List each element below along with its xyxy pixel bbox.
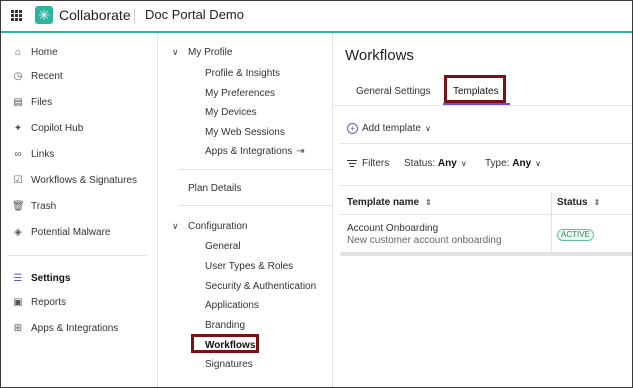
header-divider bbox=[134, 8, 135, 24]
collaborate-logo-icon: ✳ bbox=[35, 6, 53, 24]
sliders-icon: ☰ bbox=[13, 273, 23, 284]
sidebar-item-settings[interactable]: ☰ Settings bbox=[1, 268, 157, 290]
sparkle-icon: ✦ bbox=[13, 123, 23, 134]
apps-icon: ⊞ bbox=[13, 323, 23, 334]
sidebar-item-label: Home bbox=[31, 47, 58, 58]
page-title: Workflows bbox=[345, 47, 414, 64]
sidebar-item-apps-integrations[interactable]: ⊞ Apps & Integrations bbox=[1, 318, 157, 340]
clock-icon: ◷ bbox=[13, 71, 23, 82]
section-label: Configuration bbox=[188, 221, 248, 232]
main-content: Workflows General Settings Templates + Ad… bbox=[333, 33, 632, 387]
subnav-item-signatures[interactable]: Signatures bbox=[205, 359, 253, 370]
subnav-item-apps-integrations[interactable]: Apps & Integrations ⇥ bbox=[205, 146, 305, 157]
add-template-button[interactable]: + Add template ∨ bbox=[347, 123, 431, 134]
home-icon: ⌂ bbox=[14, 47, 22, 58]
chevron-down-icon: ∨ bbox=[172, 221, 179, 231]
subnav-item-branding[interactable]: Branding bbox=[205, 320, 245, 331]
sidebar-item-label: Recent bbox=[31, 71, 63, 82]
filters-button[interactable]: Filters bbox=[347, 158, 389, 169]
sidebar-item-label: Trash bbox=[31, 201, 57, 212]
shield-icon: ◈ bbox=[14, 227, 22, 238]
subnav-item-general[interactable]: General bbox=[205, 241, 241, 252]
section-label: My Profile bbox=[188, 47, 233, 58]
sidebar-item-label: Settings bbox=[31, 273, 71, 284]
sidebar-item-files[interactable]: ▤ Files bbox=[1, 92, 157, 114]
status-filter-label: Status: bbox=[404, 158, 436, 169]
subnav-divider bbox=[178, 205, 332, 206]
project-name[interactable]: Doc Portal Demo bbox=[145, 7, 244, 22]
report-icon: ▣ bbox=[13, 297, 23, 308]
filter-icon bbox=[347, 158, 357, 169]
column-header-label: Status bbox=[557, 197, 588, 208]
sidebar-item-reports[interactable]: ▣ Reports bbox=[1, 292, 157, 314]
filters-divider bbox=[340, 185, 632, 186]
sort-icon: ⇕ bbox=[425, 198, 432, 207]
sidebar-item-copilot-hub[interactable]: ✦ Copilot Hub bbox=[1, 118, 157, 140]
sidebar-item-label: Files bbox=[31, 97, 53, 108]
column-header-template-name[interactable]: Template name ⇕ bbox=[347, 197, 432, 208]
sidebar-item-label: Copilot Hub bbox=[31, 123, 84, 134]
template-description-cell: New customer account onboarding bbox=[347, 235, 502, 246]
sidebar-item-recent[interactable]: ◷ Recent bbox=[1, 66, 157, 88]
subnav-item-user-types-roles[interactable]: User Types & Roles bbox=[205, 261, 293, 272]
subnav-item-label: Apps & Integrations bbox=[205, 146, 293, 157]
chevron-down-icon: ∨ bbox=[424, 124, 431, 134]
top-bar: ✳ Collaborate Doc Portal Demo bbox=[1, 1, 632, 33]
sidebar-item-links[interactable]: ∞ Links bbox=[1, 144, 157, 166]
status-badge: ACTIVE bbox=[557, 229, 594, 241]
sidebar-divider bbox=[9, 255, 147, 256]
sidebar-item-potential-malware[interactable]: ◈ Potential Malware bbox=[1, 222, 157, 244]
sidebar-item-label: Reports bbox=[31, 297, 67, 308]
chevron-down-icon: ∨ bbox=[460, 159, 467, 168]
chevron-down-icon: ∨ bbox=[172, 47, 179, 57]
sidebar-item-label: Workflows & Signatures bbox=[31, 175, 137, 186]
subnav-item-applications[interactable]: Applications bbox=[205, 300, 259, 311]
tab-general-settings[interactable]: General Settings bbox=[356, 86, 431, 97]
external-link-icon: ⇥ bbox=[296, 146, 305, 157]
type-filter-dropdown[interactable]: Type: Any ∨ bbox=[485, 158, 541, 169]
trash-icon: 🗑 bbox=[12, 201, 25, 212]
settings-subnav: ∨ My Profile Profile & Insights My Prefe… bbox=[158, 33, 333, 387]
sidebar-item-label: Apps & Integrations bbox=[31, 323, 119, 334]
files-icon: ▤ bbox=[13, 97, 23, 108]
sidebar: ⌂ Home ◷ Recent ▤ Files ✦ Copilot Hub ∞ … bbox=[1, 33, 158, 387]
tabs-divider bbox=[333, 105, 632, 106]
sidebar-item-label: Potential Malware bbox=[31, 227, 111, 238]
sidebar-item-trash[interactable]: 🗑 Trash bbox=[1, 196, 157, 218]
status-filter-dropdown[interactable]: Status: Any ∨ bbox=[404, 158, 467, 169]
horizontal-scrollbar[interactable] bbox=[340, 252, 632, 256]
column-header-status[interactable]: Status ⇕ bbox=[557, 197, 600, 208]
workflows-highlight-box bbox=[191, 334, 259, 353]
app-window: ✳ Collaborate Doc Portal Demo ⌂ Home ◷ R… bbox=[0, 0, 633, 388]
subnav-divider bbox=[178, 169, 332, 170]
sidebar-item-label: Links bbox=[31, 149, 55, 160]
column-separator bbox=[551, 193, 552, 253]
filters-label: Filters bbox=[362, 158, 390, 170]
sort-icon: ⇕ bbox=[593, 198, 601, 207]
chevron-down-icon: ∨ bbox=[535, 159, 542, 168]
app-launcher-icon[interactable] bbox=[11, 10, 22, 21]
type-filter-value: Any bbox=[512, 158, 532, 169]
sidebar-item-workflows-signatures[interactable]: ☑ Workflows & Signatures bbox=[1, 170, 157, 192]
add-template-label: Add template bbox=[362, 123, 421, 135]
type-filter-label: Type: bbox=[485, 158, 510, 169]
status-filter-value: Any bbox=[437, 158, 457, 169]
subnav-item-plan-details[interactable]: Plan Details bbox=[188, 183, 241, 194]
subnav-item-my-web-sessions[interactable]: My Web Sessions bbox=[205, 127, 285, 138]
template-name-cell[interactable]: Account Onboarding bbox=[347, 223, 438, 234]
plus-circle-icon: + bbox=[347, 123, 358, 134]
subnav-item-security-authentication[interactable]: Security & Authentication bbox=[205, 281, 316, 292]
workflow-icon: ☑ bbox=[13, 175, 23, 186]
link-icon: ∞ bbox=[14, 149, 22, 160]
column-header-label: Template name bbox=[347, 197, 420, 208]
table-header-divider bbox=[340, 214, 632, 215]
sidebar-item-home[interactable]: ⌂ Home bbox=[1, 42, 157, 64]
subnav-item-my-devices[interactable]: My Devices bbox=[205, 107, 257, 118]
toolbar-divider bbox=[340, 143, 632, 144]
templates-highlight-box bbox=[444, 75, 506, 103]
brand-name: Collaborate bbox=[59, 7, 131, 23]
subnav-item-profile-insights[interactable]: Profile & Insights bbox=[205, 68, 280, 79]
subnav-item-my-preferences[interactable]: My Preferences bbox=[205, 88, 275, 99]
